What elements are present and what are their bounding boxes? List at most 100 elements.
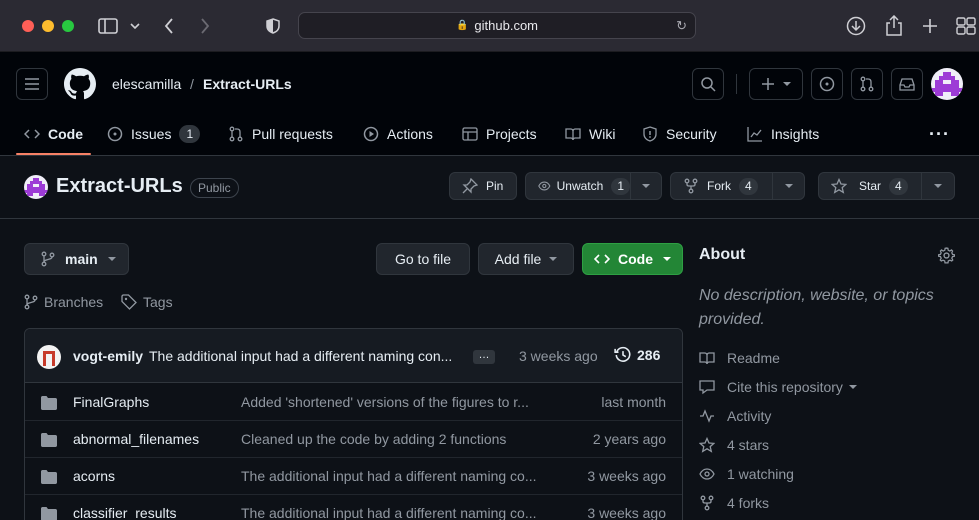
- cite-label: Cite this repository: [727, 379, 843, 395]
- go-to-file-button[interactable]: Go to file: [376, 243, 470, 275]
- folder-icon: [41, 396, 57, 410]
- zoom-window-button[interactable]: [62, 20, 74, 32]
- graph-icon: [747, 127, 762, 142]
- gear-icon: [937, 247, 956, 264]
- file-name[interactable]: FinalGraphs: [73, 394, 149, 410]
- pull-request-icon: [229, 126, 243, 142]
- fork-count: 4: [739, 177, 758, 195]
- repo-title[interactable]: Extract-URLs: [56, 175, 183, 198]
- add-file-button[interactable]: Add file: [478, 243, 574, 275]
- privacy-shield-icon[interactable]: [264, 14, 282, 38]
- file-row[interactable]: acorns The additional input had a differ…: [25, 458, 682, 495]
- cite-repository-link[interactable]: Cite this repository: [699, 377, 857, 397]
- tab-code[interactable]: Code: [24, 122, 83, 146]
- code-icon: [594, 254, 610, 264]
- tab-pull-requests-label: Pull requests: [252, 126, 333, 142]
- inbox-button[interactable]: [891, 68, 923, 100]
- minimize-window-button[interactable]: [42, 20, 54, 32]
- tab-code-label: Code: [48, 126, 83, 142]
- readme-link[interactable]: Readme: [699, 348, 780, 368]
- branches-label: Branches: [44, 294, 104, 310]
- fork-dropdown[interactable]: [772, 172, 805, 200]
- back-icon[interactable]: [160, 14, 178, 38]
- address-bar[interactable]: 🔒 github.com ↻: [298, 12, 696, 39]
- downloads-icon[interactable]: [845, 14, 867, 38]
- code-button[interactable]: Code: [582, 243, 683, 275]
- pull-requests-button[interactable]: [851, 68, 883, 100]
- fork-icon: [700, 495, 714, 511]
- tag-icon: [121, 294, 137, 310]
- play-icon: [363, 126, 379, 142]
- lock-icon: 🔒: [455, 20, 469, 31]
- star-button[interactable]: Star 4: [818, 172, 922, 200]
- expand-commit-button[interactable]: …: [473, 350, 495, 364]
- search-icon: [701, 77, 716, 92]
- sidebar-toggle-icon[interactable]: [96, 14, 120, 38]
- forward-icon[interactable]: [196, 14, 214, 38]
- avatar[interactable]: [931, 68, 963, 100]
- search-button[interactable]: [692, 68, 724, 100]
- url-text: github.com: [474, 18, 539, 33]
- commit-author-avatar[interactable]: [37, 345, 61, 369]
- eye-icon: [699, 468, 715, 480]
- file-commit-message[interactable]: Added 'shortened' versions of the figure…: [241, 394, 551, 410]
- tab-pull-requests[interactable]: Pull requests: [228, 122, 333, 146]
- breadcrumb-separator: /: [190, 76, 194, 92]
- file-commit-message[interactable]: Cleaned up the code by adding 2 function…: [241, 431, 551, 447]
- unwatch-label: Unwatch: [556, 179, 604, 193]
- stars-link[interactable]: 4 stars: [699, 435, 769, 455]
- forks-link[interactable]: 4 forks: [699, 493, 769, 513]
- close-window-button[interactable]: [22, 20, 34, 32]
- repo-link[interactable]: Extract-URLs: [203, 76, 292, 92]
- about-settings-button[interactable]: [937, 247, 956, 269]
- issues-button[interactable]: [811, 68, 843, 100]
- chevron-down-icon[interactable]: [128, 14, 142, 38]
- menu-button[interactable]: [16, 68, 48, 100]
- commit-history-link[interactable]: 286: [614, 346, 660, 364]
- file-row[interactable]: FinalGraphs Added 'shortened' versions o…: [25, 384, 682, 421]
- star-dropdown[interactable]: [921, 172, 955, 200]
- tab-wiki[interactable]: Wiki: [565, 122, 615, 146]
- file-commit-message[interactable]: The additional input had a different nam…: [241, 505, 551, 520]
- tags-link[interactable]: Tags: [121, 293, 173, 311]
- commit-message[interactable]: The additional input had a different nam…: [149, 348, 469, 364]
- fork-icon: [684, 178, 698, 194]
- github-logo-icon[interactable]: [64, 68, 96, 100]
- tab-actions[interactable]: Actions: [363, 122, 433, 146]
- create-new-button[interactable]: [749, 68, 803, 100]
- pin-button[interactable]: Pin: [449, 172, 517, 200]
- activity-link[interactable]: Activity: [699, 406, 771, 426]
- branch-name: main: [65, 251, 98, 267]
- file-row[interactable]: classifier_results The additional input …: [25, 495, 682, 520]
- file-name[interactable]: classifier_results: [73, 505, 176, 520]
- fork-button[interactable]: Fork 4: [670, 172, 773, 200]
- commit-count: 286: [637, 347, 661, 363]
- file-commit-message[interactable]: The additional input had a different nam…: [241, 468, 551, 484]
- tab-security[interactable]: Security: [642, 122, 717, 146]
- more-tabs-button[interactable]: ···: [929, 122, 950, 146]
- file-row[interactable]: abnormal_filenames Cleaned up the code b…: [25, 421, 682, 458]
- code-icon: [24, 129, 40, 139]
- watch-dropdown[interactable]: [630, 172, 662, 200]
- file-name[interactable]: acorns: [73, 468, 115, 484]
- tab-insights[interactable]: Insights: [747, 122, 819, 146]
- owner-link[interactable]: elescamilla: [112, 76, 181, 92]
- tags-label: Tags: [143, 294, 173, 310]
- share-icon[interactable]: [883, 14, 905, 38]
- tab-projects[interactable]: Projects: [462, 122, 537, 146]
- watching-link[interactable]: 1 watching: [699, 464, 794, 484]
- unwatch-button[interactable]: Unwatch 1: [525, 172, 631, 200]
- commit-author[interactable]: vogt-emily: [73, 348, 143, 364]
- issue-icon: [819, 76, 835, 92]
- readme-label: Readme: [727, 350, 780, 366]
- branch-selector[interactable]: main: [24, 243, 129, 275]
- branches-link[interactable]: Branches: [24, 293, 103, 311]
- tab-wiki-label: Wiki: [589, 126, 616, 142]
- folder-icon: [41, 507, 57, 520]
- tab-issues[interactable]: Issues 1: [107, 122, 201, 146]
- watching-label: 1 watching: [727, 466, 794, 482]
- file-name[interactable]: abnormal_filenames: [73, 431, 199, 447]
- tab-overview-icon[interactable]: [955, 14, 977, 38]
- reload-icon[interactable]: ↻: [676, 18, 687, 34]
- new-tab-icon[interactable]: [920, 14, 940, 38]
